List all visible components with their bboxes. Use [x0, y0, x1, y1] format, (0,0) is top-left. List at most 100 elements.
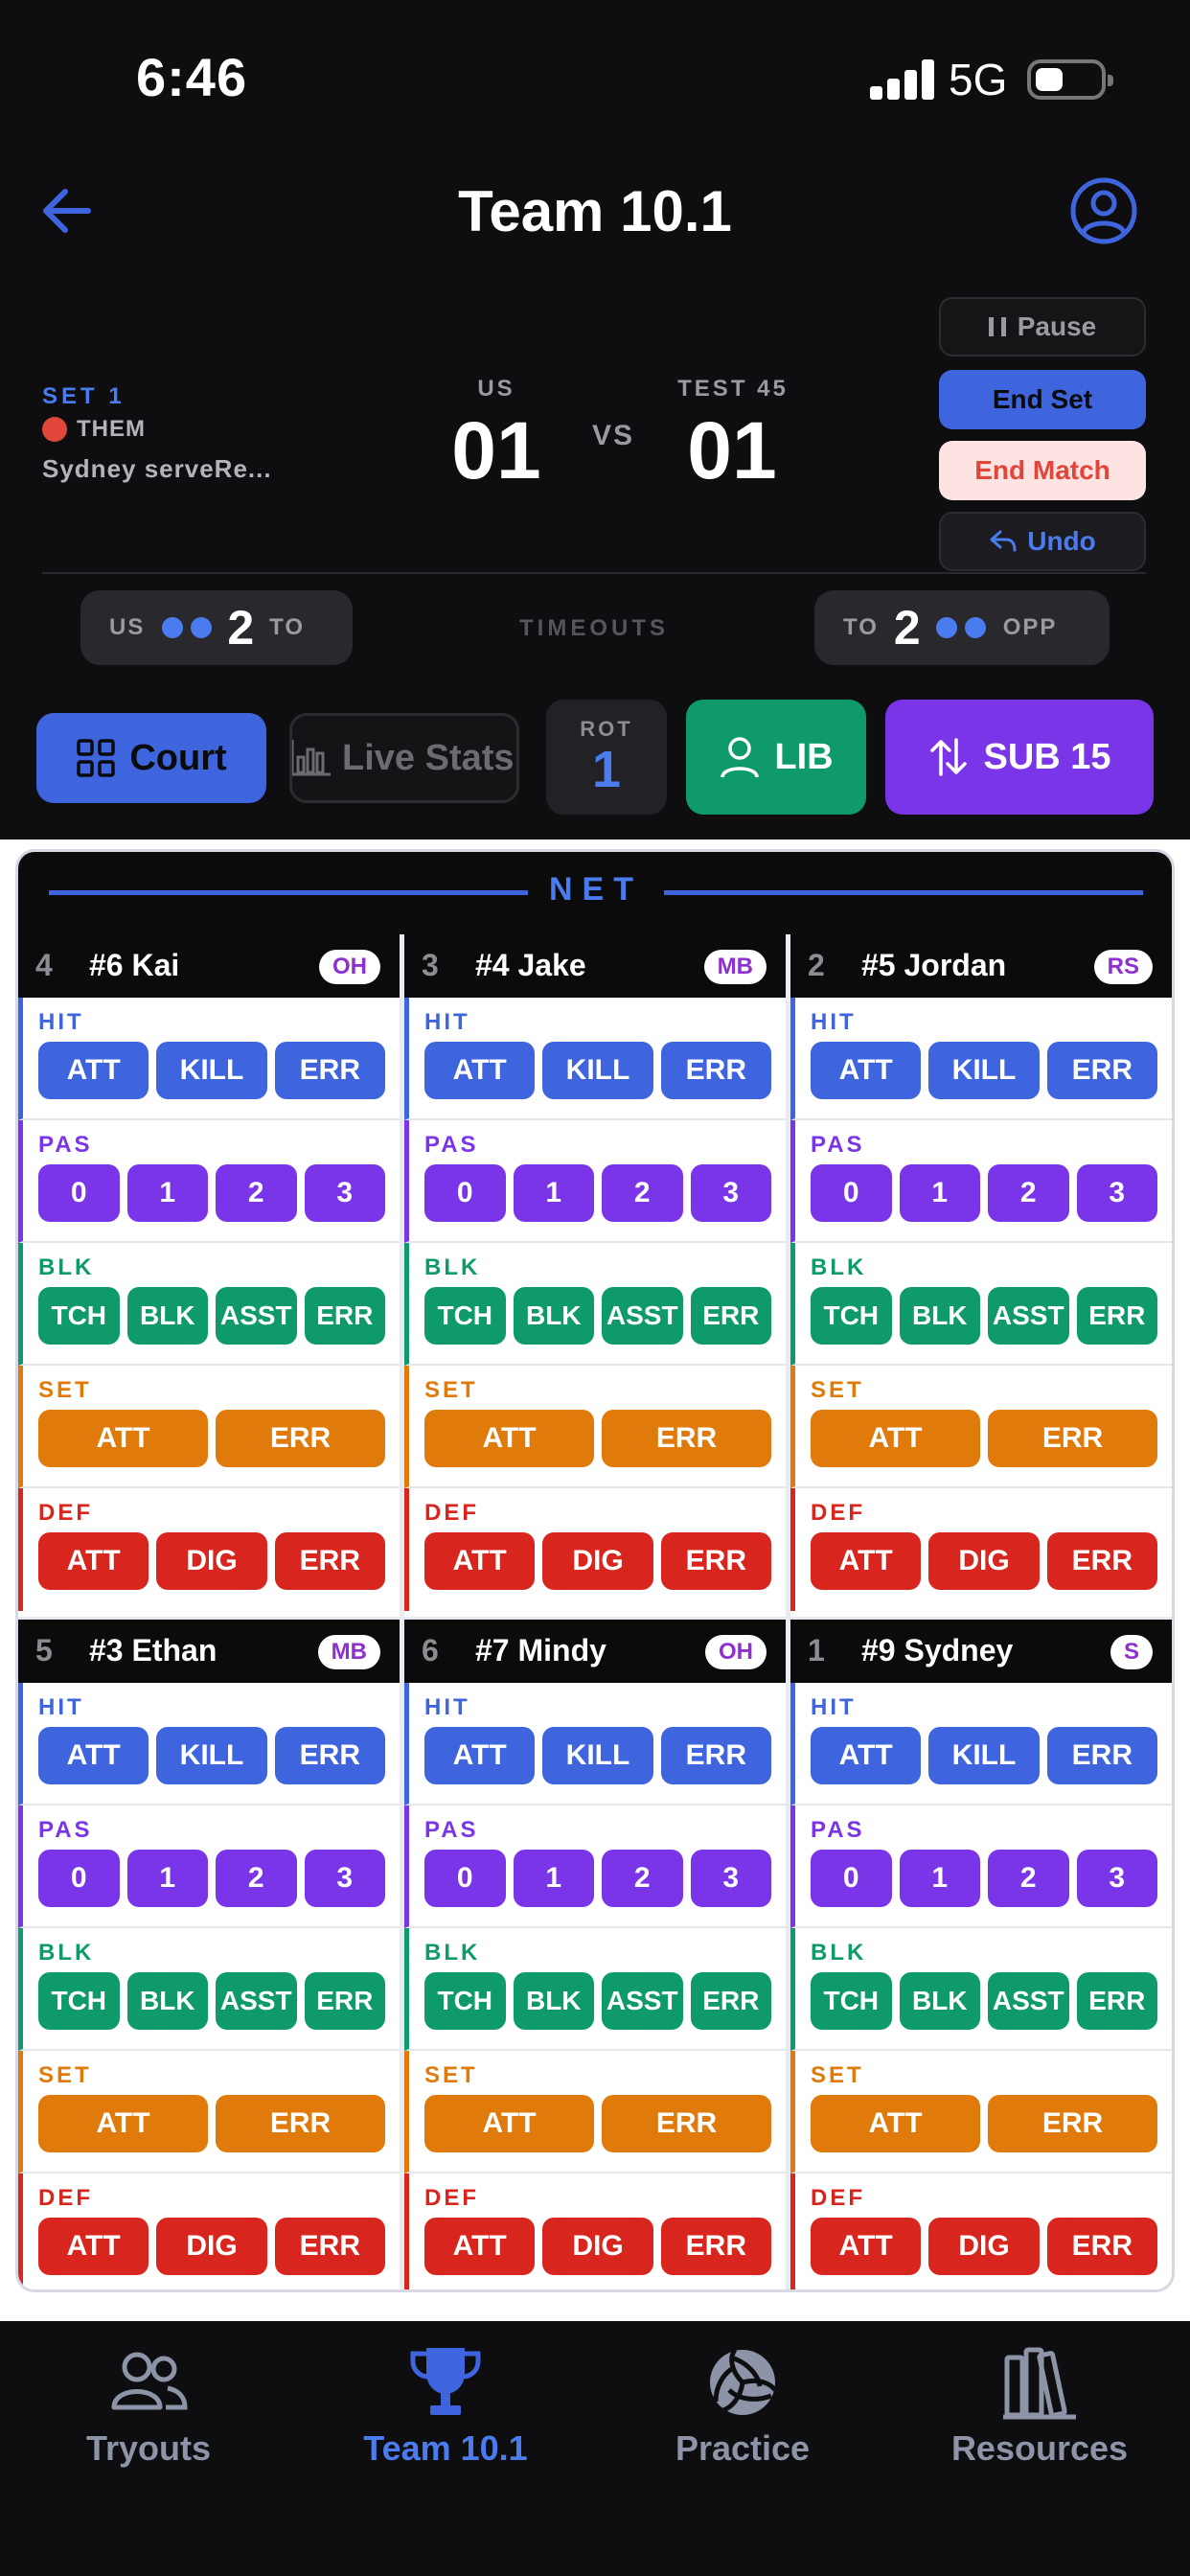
stat-button-blk[interactable]: ASST	[988, 1287, 1069, 1345]
stat-button-blk[interactable]: BLK	[899, 1972, 980, 2030]
stat-button-def[interactable]: ERR	[660, 1532, 771, 1590]
stat-button-pas[interactable]: 1	[899, 1850, 980, 1907]
stat-button-hit[interactable]: ATT	[811, 1042, 922, 1099]
stat-button-def[interactable]: DIG	[542, 1532, 653, 1590]
substitution-button[interactable]: SUB 15	[885, 700, 1154, 815]
stat-button-blk[interactable]: ERR	[304, 1287, 385, 1345]
stat-button-def[interactable]: DIG	[156, 1532, 267, 1590]
libero-button[interactable]: LIB	[686, 700, 866, 815]
stat-button-pas[interactable]: 0	[424, 1850, 506, 1907]
tab-team[interactable]: Team 10.1	[297, 2344, 594, 2478]
player-header[interactable]: 1 #9 Sydney S	[790, 1620, 1172, 1683]
stat-button-def[interactable]: ERR	[660, 2218, 771, 2275]
stat-button-pas[interactable]: 0	[811, 1164, 892, 1222]
stat-button-blk[interactable]: ASST	[988, 1972, 1069, 2030]
stat-button-hit[interactable]: ERR	[274, 1042, 385, 1099]
stat-button-pas[interactable]: 3	[690, 1850, 771, 1907]
stat-button-blk[interactable]: TCH	[811, 1287, 892, 1345]
tab-resources[interactable]: Resources	[891, 2344, 1188, 2478]
stat-button-blk[interactable]: ERR	[1076, 1287, 1157, 1345]
stat-button-pas[interactable]: 0	[811, 1850, 892, 1907]
player-header[interactable]: 4 #6 Kai OH	[18, 934, 400, 998]
stat-button-blk[interactable]: BLK	[513, 1287, 594, 1345]
stat-button-set[interactable]: ATT	[424, 1410, 594, 1467]
stat-button-blk[interactable]: BLK	[899, 1287, 980, 1345]
player-header[interactable]: 2 #5 Jordan RS	[790, 934, 1172, 998]
stat-button-hit[interactable]: ATT	[38, 1042, 149, 1099]
stat-button-blk[interactable]: TCH	[811, 1972, 892, 2030]
stat-button-def[interactable]: DIG	[156, 2218, 267, 2275]
stat-button-hit[interactable]: ATT	[38, 1727, 149, 1784]
profile-button[interactable]	[1069, 176, 1138, 245]
stat-button-pas[interactable]: 1	[513, 1164, 594, 1222]
stat-button-blk[interactable]: TCH	[424, 1972, 506, 2030]
stat-button-blk[interactable]: ERR	[690, 1287, 771, 1345]
stat-button-set[interactable]: ERR	[216, 2095, 385, 2152]
stat-button-pas[interactable]: 0	[38, 1850, 120, 1907]
stat-button-def[interactable]: ATT	[811, 2218, 922, 2275]
stat-button-def[interactable]: ATT	[424, 1532, 536, 1590]
player-header[interactable]: 3 #4 Jake MB	[404, 934, 786, 998]
stat-button-def[interactable]: ERR	[274, 1532, 385, 1590]
stat-button-pas[interactable]: 3	[304, 1164, 385, 1222]
undo-button[interactable]: Undo	[939, 512, 1146, 571]
end-set-button[interactable]: End Set	[939, 370, 1146, 429]
stat-button-hit[interactable]: KILL	[928, 1727, 1040, 1784]
stat-button-set[interactable]: ERR	[602, 2095, 771, 2152]
stat-button-pas[interactable]: 0	[38, 1164, 120, 1222]
stat-button-def[interactable]: ATT	[811, 1532, 922, 1590]
stat-button-set[interactable]: ATT	[811, 2095, 980, 2152]
stat-button-hit[interactable]: ERR	[274, 1727, 385, 1784]
stat-button-set[interactable]: ATT	[38, 2095, 208, 2152]
stat-button-def[interactable]: DIG	[928, 2218, 1040, 2275]
stat-button-pas[interactable]: 0	[424, 1164, 506, 1222]
stat-button-pas[interactable]: 2	[602, 1850, 683, 1907]
stat-button-hit[interactable]: ATT	[424, 1042, 536, 1099]
pause-button[interactable]: Pause	[939, 297, 1146, 356]
stat-button-blk[interactable]: BLK	[126, 1972, 208, 2030]
stat-button-pas[interactable]: 3	[1076, 1164, 1157, 1222]
stat-button-def[interactable]: DIG	[928, 1532, 1040, 1590]
stat-button-pas[interactable]: 2	[988, 1850, 1069, 1907]
stat-button-blk[interactable]: ASST	[602, 1972, 683, 2030]
stat-button-set[interactable]: ATT	[38, 1410, 208, 1467]
stat-button-blk[interactable]: BLK	[126, 1287, 208, 1345]
stat-button-hit[interactable]: ATT	[424, 1727, 536, 1784]
rotation-indicator[interactable]: ROT 1	[546, 700, 667, 815]
stat-button-pas[interactable]: 1	[513, 1850, 594, 1907]
stat-button-hit[interactable]: ERR	[1046, 1042, 1157, 1099]
stat-button-blk[interactable]: TCH	[424, 1287, 506, 1345]
stat-button-blk[interactable]: TCH	[38, 1287, 120, 1345]
player-header[interactable]: 6 #7 Mindy OH	[404, 1620, 786, 1683]
player-header[interactable]: 5 #3 Ethan MB	[18, 1620, 400, 1683]
stat-button-pas[interactable]: 3	[690, 1164, 771, 1222]
stat-button-hit[interactable]: KILL	[156, 1727, 267, 1784]
timeouts-us[interactable]: US 2 TO	[80, 590, 353, 665]
end-match-button[interactable]: End Match	[939, 441, 1146, 500]
stat-button-hit[interactable]: KILL	[542, 1727, 653, 1784]
stat-button-blk[interactable]: ASST	[602, 1287, 683, 1345]
stat-button-pas[interactable]: 2	[216, 1850, 297, 1907]
stat-button-blk[interactable]: ERR	[690, 1972, 771, 2030]
stat-button-pas[interactable]: 1	[126, 1850, 208, 1907]
stat-button-pas[interactable]: 2	[988, 1164, 1069, 1222]
stat-button-def[interactable]: ATT	[38, 2218, 149, 2275]
stat-button-hit[interactable]: ERR	[1046, 1727, 1157, 1784]
stat-button-def[interactable]: ERR	[1046, 2218, 1157, 2275]
stat-button-def[interactable]: ATT	[38, 1532, 149, 1590]
stat-button-pas[interactable]: 3	[304, 1850, 385, 1907]
stat-button-set[interactable]: ERR	[988, 2095, 1157, 2152]
stat-button-pas[interactable]: 2	[602, 1164, 683, 1222]
stat-button-set[interactable]: ERR	[216, 1410, 385, 1467]
court-view-button[interactable]: Court	[36, 713, 266, 803]
stat-button-hit[interactable]: ERR	[660, 1042, 771, 1099]
stat-button-def[interactable]: ERR	[1046, 1532, 1157, 1590]
stat-button-set[interactable]: ERR	[988, 1410, 1157, 1467]
tab-practice[interactable]: Practice	[594, 2344, 891, 2478]
stat-button-def[interactable]: ATT	[424, 2218, 536, 2275]
stat-button-blk[interactable]: ERR	[304, 1972, 385, 2030]
stat-button-def[interactable]: ERR	[274, 2218, 385, 2275]
stat-button-hit[interactable]: KILL	[928, 1042, 1040, 1099]
stat-button-hit[interactable]: KILL	[542, 1042, 653, 1099]
stat-button-hit[interactable]: ERR	[660, 1727, 771, 1784]
